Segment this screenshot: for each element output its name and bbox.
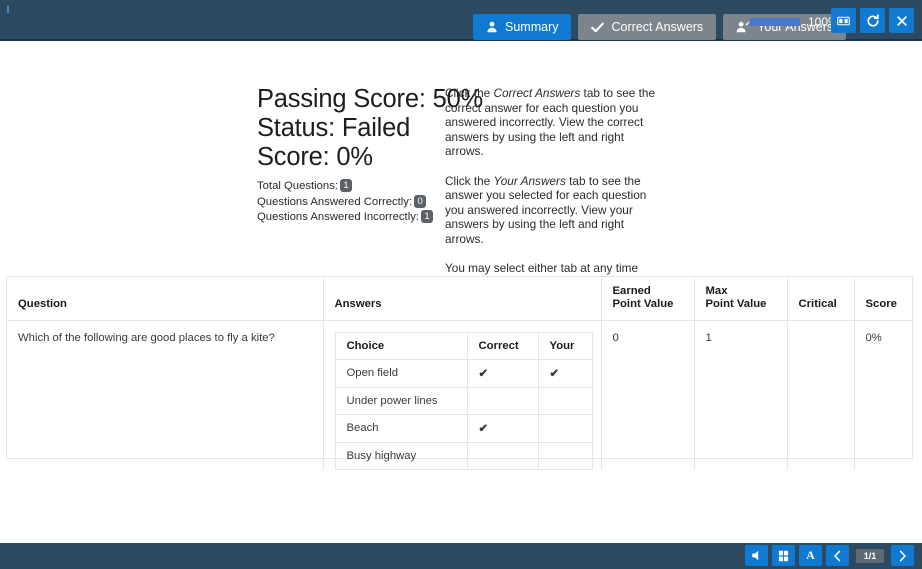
col-header-question: Question <box>7 277 324 321</box>
col-header-earned-line2: Point Value <box>612 297 674 310</box>
font-size-label: A <box>806 548 815 562</box>
instruction-1-emphasis: Correct Answers <box>493 86 581 100</box>
summary-panel: Passing Score: 50% Status: Failed Score:… <box>0 41 922 304</box>
cell-critical <box>787 320 855 470</box>
tab-summary[interactable]: Summary <box>473 14 572 40</box>
stat-total-questions-label: Total Questions: <box>257 180 339 192</box>
stat-answered-incorrectly: Questions Answered Incorrectly: 1 <box>257 210 433 226</box>
answer-correct-cell <box>466 441 539 470</box>
answer-choice-label: Beach <box>334 413 468 443</box>
instruction-2-emphasis: Your Answers <box>493 173 566 188</box>
refresh-icon[interactable] <box>860 8 885 33</box>
answer-choice-label: Open field <box>334 358 468 388</box>
answer-correct-cell <box>466 386 539 415</box>
close-icon[interactable] <box>889 8 914 33</box>
window-controls <box>831 8 914 33</box>
passing-score-heading: Passing Score: 50% <box>257 85 484 113</box>
col-header-earned-line1: Earned <box>612 284 651 297</box>
tab-correct-answers[interactable]: Correct Answers <box>578 14 717 40</box>
instruction-paragraph-2: Click the Your Answers tab to see the an… <box>445 174 660 247</box>
answer-your-cell <box>537 413 593 443</box>
stat-total-questions: Total Questions: 1 <box>257 179 432 195</box>
prev-page-icon[interactable] <box>826 545 849 566</box>
cell-score: 0% <box>865 331 882 344</box>
answer-row-beach: Beach ✔ <box>334 413 593 443</box>
answer-choice-label: Busy highway <box>334 441 468 470</box>
table-row: Which of the following are good places t… <box>7 320 912 470</box>
tab-summary-label: Summary <box>505 20 559 34</box>
cell-answers: Choice Correct Your Open field ✔ ✔ Under… <box>323 320 602 470</box>
check-icon <box>591 22 605 33</box>
progress-indicator: 100% <box>750 15 839 29</box>
stat-total-questions-badge: 1 <box>340 179 353 192</box>
tab-correct-answers-label: Correct Answers <box>611 20 704 34</box>
volume-icon[interactable] <box>745 545 768 566</box>
text-cursor-mark <box>7 6 9 13</box>
answer-choices-head: Choice Correct Your <box>334 331 593 360</box>
answer-your-cell <box>537 386 593 415</box>
top-toolbar: Summary Correct Answers Your Answers 100… <box>0 0 922 41</box>
answer-col-header-your: Your <box>537 331 593 360</box>
person-check-icon <box>736 21 750 33</box>
answer-col-header-correct: Correct <box>466 331 539 360</box>
col-header-earned-point-value: Earned Point Value <box>601 277 695 321</box>
stat-answered-incorrectly-badge: 1 <box>421 210 433 223</box>
col-header-max-point-value: Max Point Value <box>694 277 788 321</box>
answer-col-header-choice: Choice <box>334 331 468 360</box>
answer-your-cell <box>537 441 593 470</box>
notes-icon[interactable] <box>772 545 795 566</box>
score-heading: Score: 0% <box>257 143 373 171</box>
col-header-max-line1: Max <box>705 284 728 297</box>
stat-answered-correctly: Questions Answered Correctly: 0 <box>257 194 432 211</box>
col-header-critical: Critical <box>787 277 855 321</box>
results-table-container: Question Answers Earned Point Value Max … <box>6 276 913 470</box>
answer-your-check-icon: ✔ <box>537 358 593 388</box>
question-stats-list: Total Questions: 1 Questions Answered Cor… <box>257 179 433 226</box>
answer-row-busy-highway: Busy highway <box>334 441 593 470</box>
instruction-2-pre: Click the <box>445 173 494 188</box>
instruction-1-pre: Click the <box>445 86 494 100</box>
results-table: Question Answers Earned Point Value Max … <box>7 277 912 470</box>
answer-choice-label: Under power lines <box>334 386 468 415</box>
answer-choices-body: Open field ✔ ✔ Under power lines Beach ✔… <box>334 358 593 470</box>
answer-row-under-power-lines: Under power lines <box>334 386 593 415</box>
answer-choices-header-row: Choice Correct Your <box>334 331 593 360</box>
status-heading: Status: Failed <box>257 114 411 142</box>
stat-answered-correctly-label: Questions Answered Correctly: <box>257 195 413 208</box>
col-header-answers: Answers <box>323 277 602 321</box>
cell-earned-point-value: 0 <box>601 320 695 470</box>
next-page-icon[interactable] <box>891 545 914 566</box>
answer-correct-check-icon: ✔ <box>466 358 539 388</box>
page-indicator: 1/1 <box>856 548 884 563</box>
progress-bar-fill <box>750 18 800 26</box>
person-icon <box>486 21 498 33</box>
answer-correct-check-icon: ✔ <box>466 413 539 443</box>
instruction-paragraph-1: Click the Correct Answers tab to see the… <box>445 86 660 159</box>
results-table-head: Question Answers Earned Point Value Max … <box>7 277 912 321</box>
answer-row-open-field: Open field ✔ ✔ <box>334 358 593 388</box>
cell-max-point-value: 1 <box>694 320 788 470</box>
bottom-toolbar: A 1/1 <box>0 543 922 569</box>
font-size-icon[interactable]: A <box>799 545 822 566</box>
col-header-score: Score <box>854 277 912 321</box>
stat-answered-incorrectly-label: Questions Answered Incorrectly: <box>257 211 419 223</box>
lms-quiz-results-page: Summary Correct Answers Your Answers 100… <box>0 0 922 569</box>
score-summary-block: Passing Score: 50% Status: Failed Score:… <box>257 85 484 226</box>
col-header-max-line2: Point Value <box>705 297 767 310</box>
cell-question-text: Which of the following are good places t… <box>7 320 324 470</box>
progress-bar-track <box>750 18 800 26</box>
panels-icon[interactable] <box>831 8 856 33</box>
results-table-body: Which of the following are good places t… <box>7 320 912 470</box>
results-table-header-row: Question Answers Earned Point Value Max … <box>7 277 912 321</box>
player-controls: A 1/1 <box>745 545 914 566</box>
answer-choices-table: Choice Correct Your Open field ✔ ✔ Under… <box>334 331 593 470</box>
stat-answered-correctly-badge: 0 <box>414 194 427 208</box>
